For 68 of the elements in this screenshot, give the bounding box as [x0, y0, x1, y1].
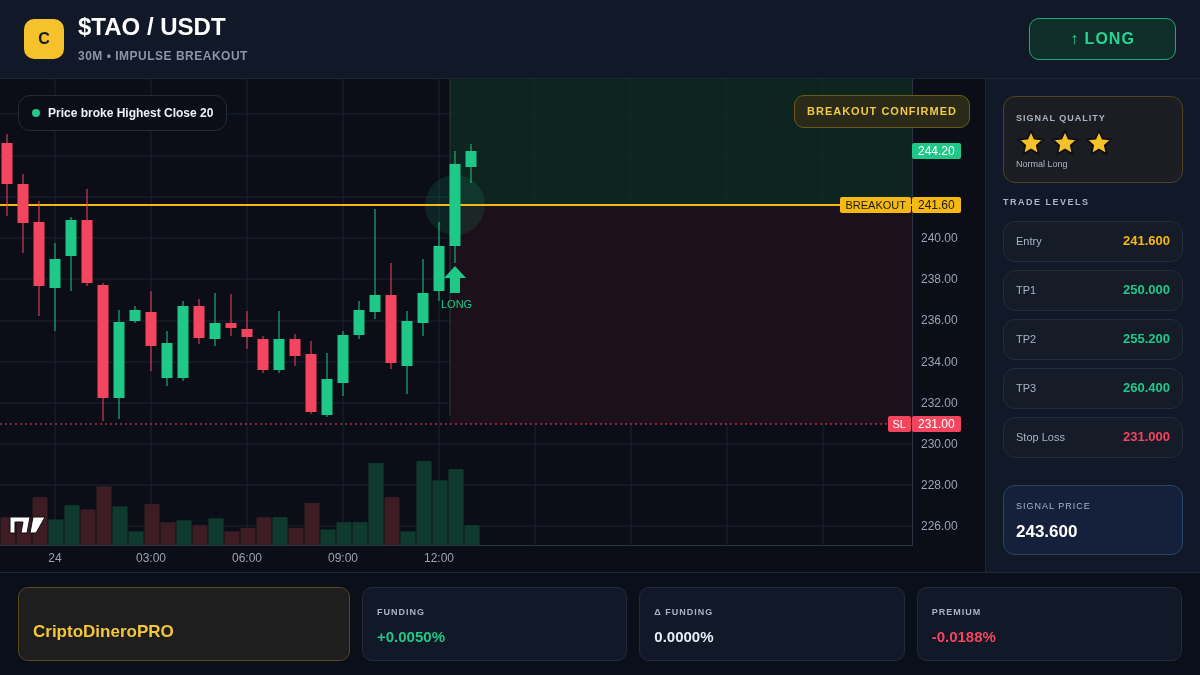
star-icon — [1050, 127, 1080, 158]
level-value: 255.200 — [1123, 330, 1170, 349]
price-tag: 241.60 — [912, 197, 961, 213]
stat-label: PREMIUM — [931, 606, 983, 619]
candle — [209, 292, 221, 347]
level-value: 241.600 — [1123, 232, 1170, 251]
quality-caption: Normal Long — [1016, 157, 1069, 171]
price-axis-label: 232.00 — [921, 395, 958, 410]
time-axis-label: 03:00 — [136, 551, 166, 565]
price-axis-label: 230.00 — [921, 437, 958, 451]
price-line-label: SL — [887, 416, 911, 432]
signal-price-value: 243.600 — [1016, 521, 1079, 543]
up-arrow-icon — [444, 266, 466, 293]
candle — [241, 310, 253, 350]
price-axis-label: 240.00 — [921, 231, 958, 245]
signal-marker-label: LONG — [441, 297, 473, 312]
breakout-confirmed-badge: BREAKOUT CONFIRMED — [794, 95, 970, 128]
note-text: Price broke Highest Close 20 — [48, 105, 214, 122]
price-axis-label: 238.00 — [921, 272, 958, 287]
candle — [225, 293, 237, 337]
star-icon — [1084, 127, 1114, 158]
price-line-label: BREAKOUT — [840, 197, 911, 213]
level-label: Entry — [1016, 233, 1042, 249]
time-axis-label: 06:00 — [232, 551, 262, 565]
stat-value: +0.0050% — [377, 626, 446, 647]
volume-bar — [432, 480, 448, 546]
candle — [161, 330, 173, 387]
volume-bar — [336, 522, 352, 546]
level-value: 260.400 — [1123, 379, 1170, 398]
time-axis-label: 12:00 — [424, 551, 454, 565]
signal-price-label: SIGNAL PRICE — [1016, 499, 1092, 513]
star-icon — [1016, 127, 1046, 158]
candle — [129, 305, 141, 324]
trade-levels-title: TRADE LEVELS — [1003, 196, 1091, 209]
price-tag: 231.00 — [912, 416, 961, 432]
candle — [337, 330, 349, 397]
candle — [465, 143, 477, 184]
level-value: 231.000 — [1123, 428, 1170, 447]
stat-label: Δ FUNDING — [654, 606, 715, 619]
price-axis-label: 234.00 — [921, 354, 958, 369]
stat-value: 0.0000% — [654, 626, 715, 647]
brand-name: CriptoDineroPRO — [33, 621, 174, 644]
price-axis-label: 228.00 — [921, 478, 958, 493]
candle — [273, 310, 285, 374]
level-label: Stop Loss — [1016, 429, 1065, 445]
time-axis-label: 24 — [48, 551, 62, 565]
candle — [257, 335, 269, 374]
price-tag: 244.20 — [912, 143, 961, 159]
logo-icon — [9, 516, 46, 534]
time-axis-label: 09:00 — [328, 551, 358, 565]
pair-title: $TAO / USDT — [78, 13, 227, 40]
long-button[interactable]: ↑ LONG — [1029, 18, 1176, 60]
candle — [353, 300, 365, 340]
volume-bar — [176, 520, 192, 546]
level-value: 250.000 — [1123, 281, 1170, 300]
level-label: TP2 — [1016, 331, 1037, 347]
candle — [289, 333, 301, 367]
candle — [193, 298, 205, 345]
candle — [321, 352, 333, 418]
price-axis-label: 226.00 — [921, 519, 958, 534]
app-logo: C — [24, 19, 64, 59]
stat-value: -0.0188% — [931, 626, 997, 647]
pair-subtitle: 30M • IMPULSE BREAKOUT — [78, 47, 248, 65]
price-axis-label: 236.00 — [921, 313, 958, 328]
level-label: TP3 — [1016, 380, 1037, 396]
signal-quality-title: SIGNAL QUALITY — [1016, 112, 1107, 125]
level-label: TP1 — [1016, 282, 1037, 298]
stat-label: FUNDING — [377, 606, 426, 619]
